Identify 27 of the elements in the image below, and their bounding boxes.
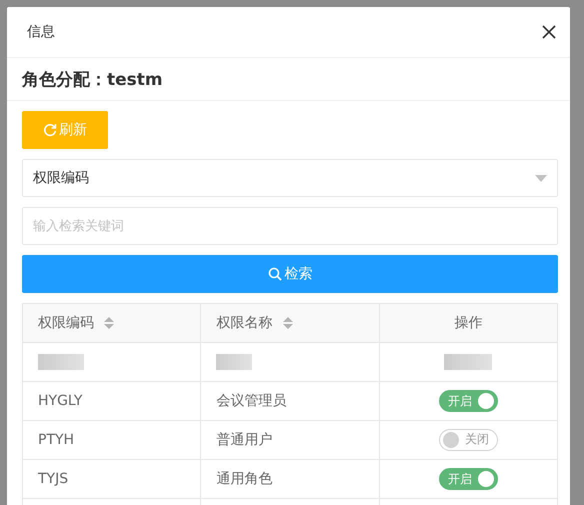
toggle-switch[interactable]: 开启 — [438, 390, 498, 412]
table-cell: PTYH — [22, 420, 201, 460]
table-cell: 通用角色 — [200, 460, 380, 498]
column-header[interactable]: 权限名称 — [200, 304, 380, 342]
dialog-title: 信息 — [27, 23, 55, 41]
search-icon — [268, 267, 282, 281]
column-header[interactable]: 权限编码 — [22, 304, 201, 342]
close-icon[interactable] — [542, 25, 556, 39]
search-button[interactable]: 检索 — [22, 255, 558, 293]
search-field[interactable]: 输入检索关键词 — [22, 207, 558, 245]
sort-icon[interactable] — [104, 317, 114, 330]
dialog-heading: 角色分配：testm — [22, 68, 163, 90]
select-field[interactable]: 权限编码 — [22, 159, 558, 197]
dropdown-caret-icon — [535, 174, 547, 182]
table-cell: HYGLY — [22, 382, 201, 420]
redacted-block — [38, 354, 84, 370]
toggle-switch[interactable]: 关闭 — [438, 428, 498, 450]
redacted-block — [216, 354, 252, 370]
table-cell: TYJS — [22, 460, 201, 498]
table-cell: 普通用户 — [200, 420, 380, 460]
refresh-button[interactable]: 刷新 — [22, 111, 108, 149]
refresh-icon — [43, 123, 57, 137]
sort-icon[interactable] — [282, 317, 293, 330]
toggle-switch[interactable]: 开启 — [438, 468, 498, 490]
column-header: 操作 — [379, 304, 558, 342]
table-cell: 会议管理员 — [200, 382, 380, 420]
redacted-block — [444, 354, 492, 370]
